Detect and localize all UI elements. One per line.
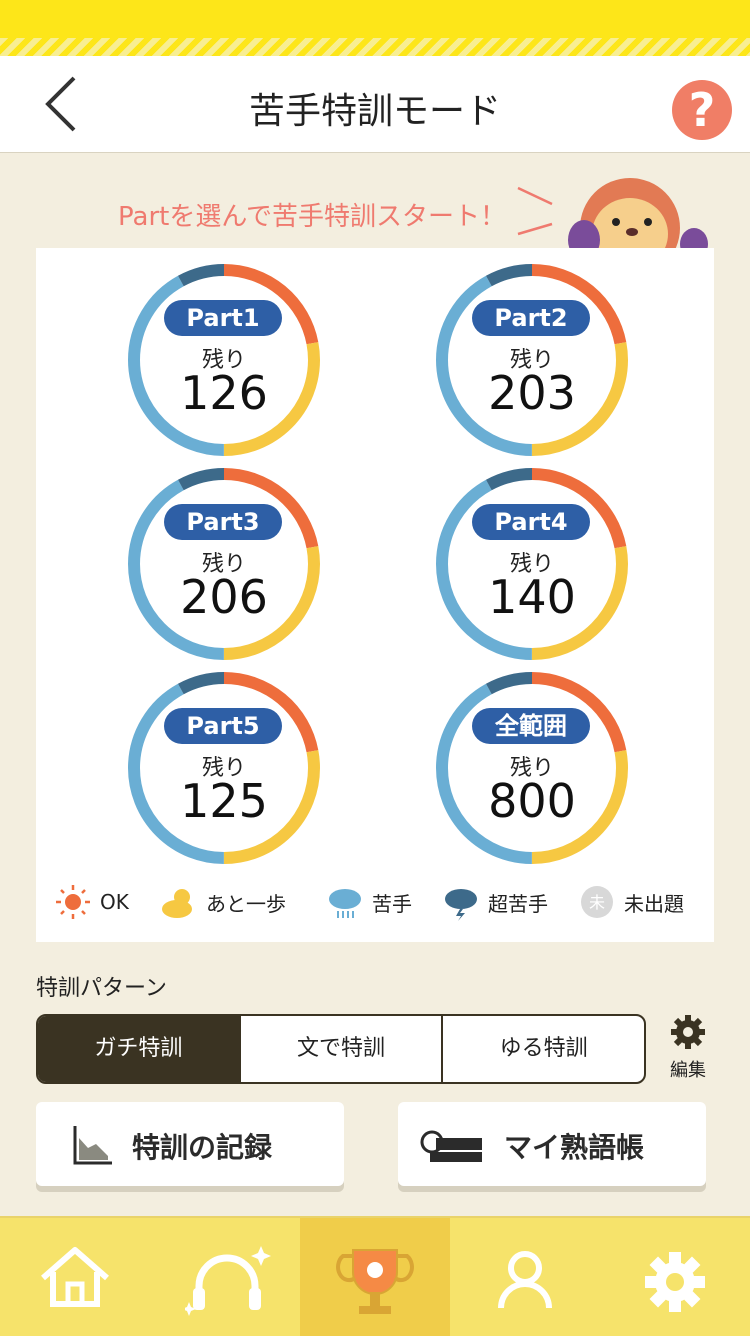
legend: OK あと一歩 苦手 超苦手 未 未出題 — [50, 882, 710, 922]
part-donut[interactable]: 全範囲 残り 800 — [434, 670, 630, 866]
page-title: 苦手特訓モード — [248, 91, 501, 132]
remaining-count: 206 — [180, 570, 268, 624]
training-record-button[interactable]: 特訓の記録 — [36, 1102, 344, 1186]
my-phrasebook-label: マイ熟語帳 — [504, 1131, 645, 1164]
tab-settings[interactable] — [600, 1218, 750, 1336]
legend-item-very-weak: 超苦手 — [442, 882, 548, 922]
bottom-tab-bar — [0, 1216, 750, 1336]
parts-card: Part1 残り 126 Part2 残り 203 Part3 残り 206 P… — [36, 248, 714, 942]
sun-icon — [54, 883, 92, 921]
tab-profile[interactable] — [450, 1218, 600, 1336]
tab-home[interactable] — [0, 1218, 150, 1336]
part-donut[interactable]: Part4 残り 140 — [434, 466, 630, 662]
partly-sunny-icon — [160, 883, 198, 921]
gear-icon — [671, 1015, 705, 1049]
gear-icon — [645, 1252, 705, 1312]
part-donut[interactable]: Part3 残り 206 — [126, 466, 322, 662]
part-badge: Part3 — [164, 504, 282, 540]
pattern-segmented-control: ガチ特訓 文で特訓 ゆる特訓 — [36, 1014, 646, 1084]
tab-listening[interactable] — [150, 1218, 300, 1336]
part-badge: Part1 — [164, 300, 282, 336]
tab-training[interactable] — [300, 1218, 450, 1336]
part-donut[interactable]: Part2 残り 203 — [434, 262, 630, 458]
remaining-count: 126 — [180, 366, 268, 420]
mascot-image — [560, 178, 720, 248]
zigzag-decoration — [0, 38, 750, 56]
part-badge: Part5 — [164, 708, 282, 744]
part-badge: Part2 — [472, 300, 590, 336]
legend-item-weak: 苦手 — [326, 882, 412, 922]
legend-label: あと一歩 — [206, 891, 286, 916]
storm-cloud-icon — [442, 883, 480, 921]
user-icon — [498, 1251, 552, 1309]
pattern-label: 特訓パターン — [36, 976, 167, 1001]
home-icon — [41, 1247, 109, 1307]
legend-label: 超苦手 — [488, 891, 548, 916]
remaining-count: 125 — [180, 774, 268, 828]
pattern-option-yuru[interactable]: ゆる特訓 — [441, 1016, 644, 1082]
legend-label: 苦手 — [372, 891, 412, 916]
edit-pattern-button[interactable]: 編集 — [660, 1014, 716, 1084]
unasked-icon-text: 未 — [589, 893, 605, 912]
pattern-option-sentence[interactable]: 文で特訓 — [238, 1016, 442, 1082]
banner-text: Partを選んで苦手特訓スタート！ — [118, 202, 507, 232]
part-badge: 全範囲 — [472, 708, 590, 744]
legend-item-unasked: 未 未出題 — [578, 882, 684, 922]
my-phrasebook-button[interactable]: マイ熟語帳 — [398, 1102, 706, 1186]
edit-label: 編集 — [670, 1060, 706, 1081]
help-button[interactable]: ? — [672, 80, 732, 140]
trophy-icon — [336, 1249, 414, 1314]
legend-label: 未出題 — [624, 891, 684, 916]
legend-item-ok: OK — [54, 882, 129, 922]
part-donut[interactable]: Part1 残り 126 — [126, 262, 322, 458]
part-badge: Part4 — [472, 504, 590, 540]
legend-item-almost: あと一歩 — [160, 882, 286, 922]
rain-cloud-icon — [326, 883, 364, 921]
remaining-count: 203 — [488, 366, 576, 420]
phrasebook-icon — [420, 1130, 482, 1162]
chart-icon — [73, 1126, 112, 1165]
headphones-icon — [185, 1246, 271, 1316]
pattern-option-gachi[interactable]: ガチ特訓 — [38, 1016, 239, 1082]
legend-label: OK — [100, 890, 129, 914]
part-donut[interactable]: Part5 残り 125 — [126, 670, 322, 866]
remaining-count: 140 — [488, 570, 576, 624]
training-record-label: 特訓の記録 — [132, 1131, 273, 1164]
status-bar — [0, 0, 750, 56]
header: 苦手特訓モード ? — [0, 56, 750, 153]
unasked-icon: 未 — [578, 883, 616, 921]
remaining-count: 800 — [488, 774, 576, 828]
